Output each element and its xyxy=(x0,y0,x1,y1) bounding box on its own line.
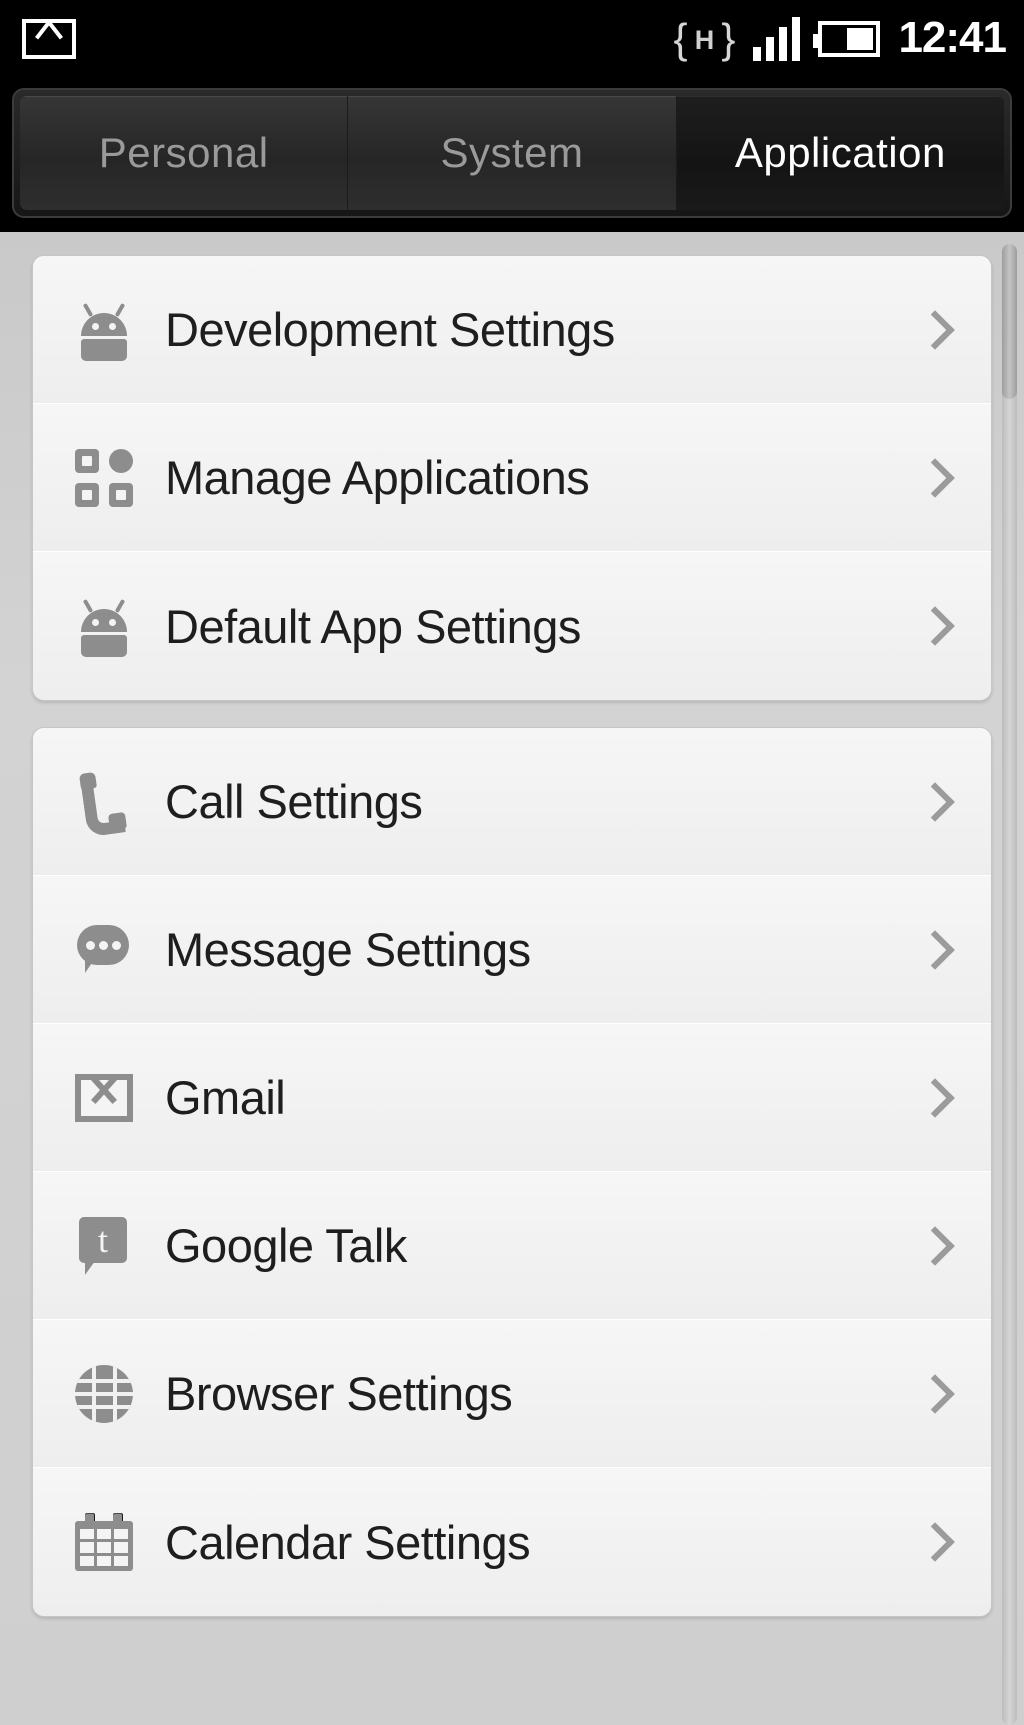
status-bar: { H } 12:41 xyxy=(0,0,1024,78)
list-item-gmail[interactable]: Gmail xyxy=(33,1024,991,1172)
chevron-right-icon xyxy=(915,779,955,825)
talk-bubble-icon: t xyxy=(65,1207,143,1285)
globe-icon xyxy=(65,1355,143,1433)
hspa-right-arrow-icon: } xyxy=(721,15,736,62)
talk-bubble-glyph: t xyxy=(79,1216,127,1263)
list-item-calendar-settings[interactable]: Calendar Settings xyxy=(33,1468,991,1616)
tab-system[interactable]: System xyxy=(348,96,677,210)
list-item-label: Gmail xyxy=(165,1071,286,1124)
settings-group-1: Development Settings Manage Applications xyxy=(32,255,992,701)
tab-bar: Personal System Application xyxy=(20,96,1004,210)
envelope-icon xyxy=(65,1059,143,1137)
list-item-label: Google Talk xyxy=(165,1219,407,1272)
hspa-data-icon: { H } xyxy=(673,12,735,66)
calendar-icon xyxy=(65,1503,143,1581)
list-item-call-settings[interactable]: Call Settings xyxy=(33,728,991,876)
signal-strength-icon xyxy=(753,17,801,61)
settings-group-2: Call Settings Message Settings Gmail t G… xyxy=(32,727,992,1617)
list-item-label: Calendar Settings xyxy=(165,1515,531,1569)
vertical-scrollbar[interactable] xyxy=(1002,244,1017,1725)
list-item-label: Call Settings xyxy=(165,775,423,828)
list-item-message-settings[interactable]: Message Settings xyxy=(33,876,991,1024)
list-item-browser-settings[interactable]: Browser Settings xyxy=(33,1320,991,1468)
chevron-right-icon xyxy=(915,455,955,501)
list-item-label: Message Settings xyxy=(165,923,531,976)
speech-bubble-icon xyxy=(65,911,143,989)
list-item-manage-applications[interactable]: Manage Applications xyxy=(33,404,991,552)
list-item-label: Browser Settings xyxy=(165,1367,513,1420)
chevron-right-icon xyxy=(915,603,955,649)
list-item-default-app-settings[interactable]: Default App Settings xyxy=(33,552,991,700)
chevron-right-icon xyxy=(915,927,955,973)
phone-handset-icon xyxy=(65,763,143,841)
list-item-google-talk[interactable]: t Google Talk xyxy=(33,1172,991,1320)
android-robot-icon xyxy=(65,291,143,369)
list-item-development-settings[interactable]: Development Settings xyxy=(33,256,991,404)
tab-personal[interactable]: Personal xyxy=(20,96,349,210)
envelope-icon xyxy=(22,19,76,59)
app-grid-icon xyxy=(65,439,143,517)
battery-icon xyxy=(813,21,881,57)
chevron-right-icon xyxy=(915,307,955,353)
list-item-label: Manage Applications xyxy=(165,451,590,504)
settings-list: Development Settings Manage Applications xyxy=(0,232,1024,1725)
list-item-label: Default App Settings xyxy=(165,599,581,653)
status-bar-indicators: { H } 12:41 xyxy=(673,12,1007,66)
android-robot-icon xyxy=(65,587,143,665)
chevron-right-icon xyxy=(915,1075,955,1121)
tab-application[interactable]: Application xyxy=(676,96,1004,210)
scrollbar-thumb[interactable] xyxy=(1002,244,1017,399)
chevron-right-icon xyxy=(915,1519,955,1565)
chevron-right-icon xyxy=(915,1371,955,1417)
list-item-label: Development Settings xyxy=(165,303,615,356)
chevron-right-icon xyxy=(915,1223,955,1269)
tab-bar-container: Personal System Application xyxy=(0,78,1024,232)
status-bar-clock: 12:41 xyxy=(898,12,1007,62)
status-bar-notifications xyxy=(22,19,76,59)
tab-bar-frame: Personal System Application xyxy=(12,88,1012,218)
